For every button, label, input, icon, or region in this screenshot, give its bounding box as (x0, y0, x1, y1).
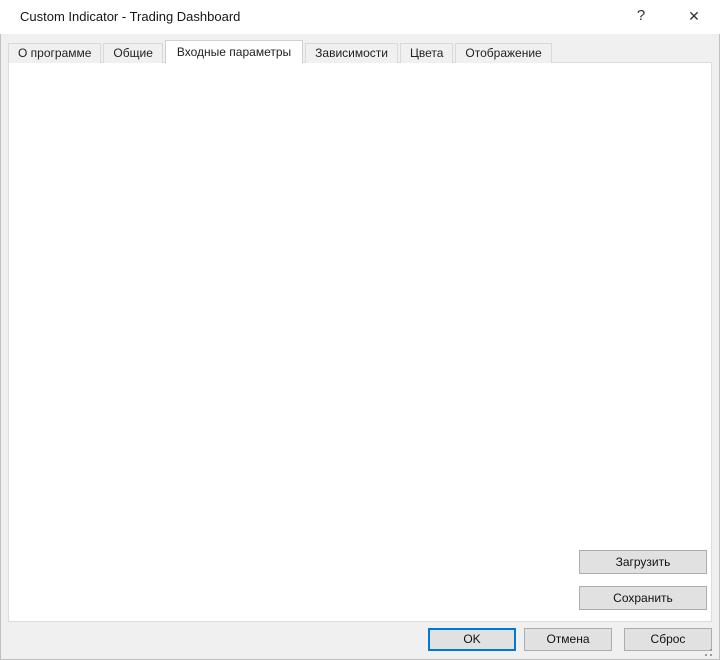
save-button[interactable]: Сохранить (579, 586, 707, 610)
resize-grip-icon[interactable] (703, 647, 713, 657)
reset-button[interactable]: Сброс (624, 628, 712, 651)
tab-colors[interactable]: Цвета (400, 43, 453, 63)
window-title: Custom Indicator - Trading Dashboard (20, 0, 240, 34)
ok-button[interactable]: OK (428, 628, 516, 651)
tab-dependencies[interactable]: Зависимости (305, 43, 398, 63)
tab-common[interactable]: Общие (103, 43, 162, 63)
inputs-tab-page (8, 62, 712, 622)
close-icon[interactable]: ✕ (672, 0, 716, 34)
cancel-button[interactable]: Отмена (524, 628, 612, 651)
tab-visualization[interactable]: Отображение (455, 43, 551, 63)
load-button[interactable]: Загрузить (579, 550, 707, 574)
tab-inputs[interactable]: Входные параметры (165, 40, 303, 64)
tab-bar: О программеОбщиеВходные параметрыЗависим… (8, 40, 554, 63)
help-icon[interactable]: ? (619, 0, 663, 34)
title-bar: Custom Indicator - Trading Dashboard ? ✕ (0, 0, 720, 34)
tab-about[interactable]: О программе (8, 43, 101, 63)
dialog-window: { "window": { "title": "Custom Indicator… (0, 0, 720, 660)
